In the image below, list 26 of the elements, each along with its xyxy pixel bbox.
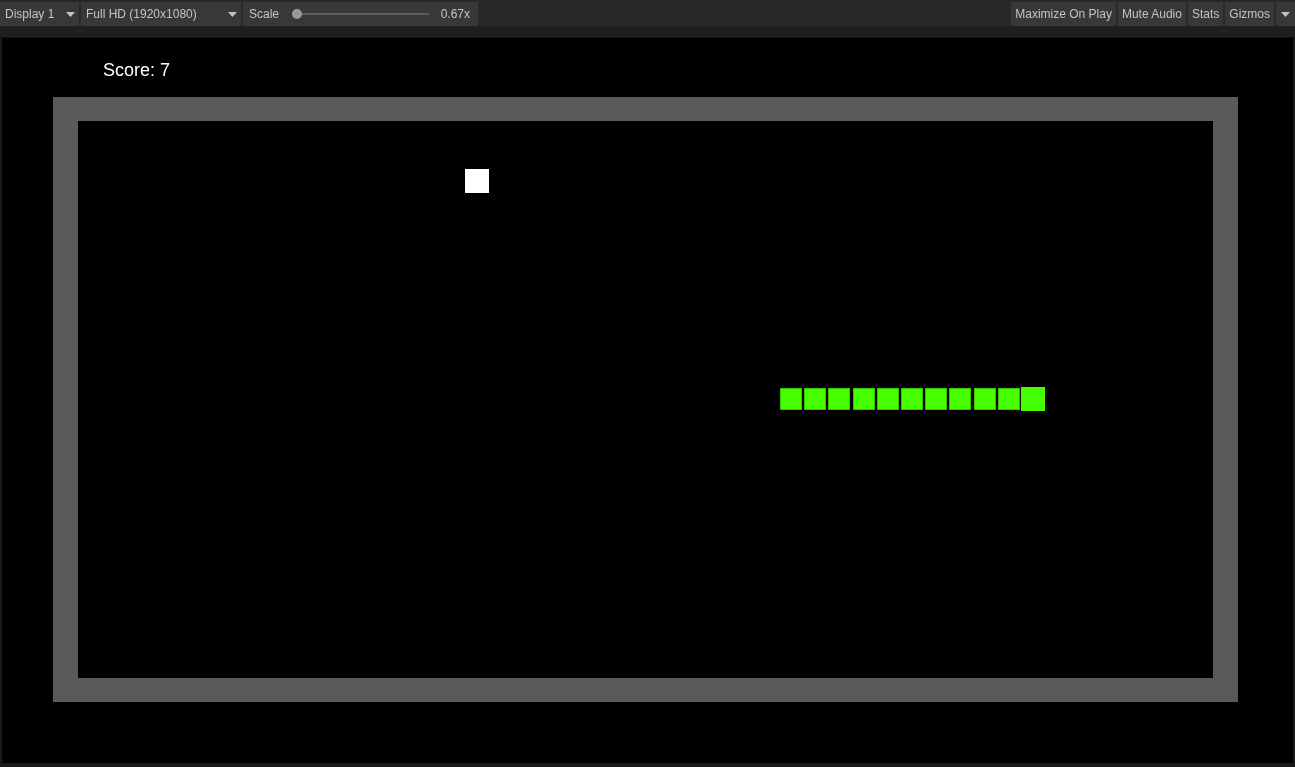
caret-icon [228, 11, 237, 17]
snake-segment [780, 388, 802, 410]
resolution-dropdown[interactable]: Full HD (1920x1080) [81, 2, 241, 26]
snake-segment [973, 388, 996, 410]
caret-icon [66, 11, 75, 17]
toggle-button[interactable]: Gizmos [1225, 2, 1274, 26]
snake-segment [997, 388, 1020, 410]
scale-label: Scale [249, 7, 280, 21]
snake-segment [828, 388, 851, 410]
snake-segment [804, 388, 827, 410]
toggle-button[interactable]: Stats [1187, 2, 1224, 26]
food-block [465, 169, 489, 193]
score-label: Score: 7 [103, 60, 171, 81]
toggle-button[interactable]: Mute Audio [1117, 2, 1186, 26]
caret-icon [1281, 11, 1290, 17]
display-dropdown[interactable]: Display 1 [0, 2, 79, 26]
snake-segment [876, 388, 899, 410]
scale-value: 0.67x [440, 7, 470, 21]
slider-thumb[interactable] [292, 9, 303, 19]
toggle-button[interactable]: Maximize On Play [1011, 2, 1116, 26]
snake-segment [949, 388, 972, 410]
snake-segment [925, 388, 948, 410]
snake-segment [852, 388, 875, 410]
snake-segment [901, 388, 923, 410]
snake-head [1021, 387, 1045, 411]
gizmos-dropdown[interactable] [1276, 2, 1295, 26]
